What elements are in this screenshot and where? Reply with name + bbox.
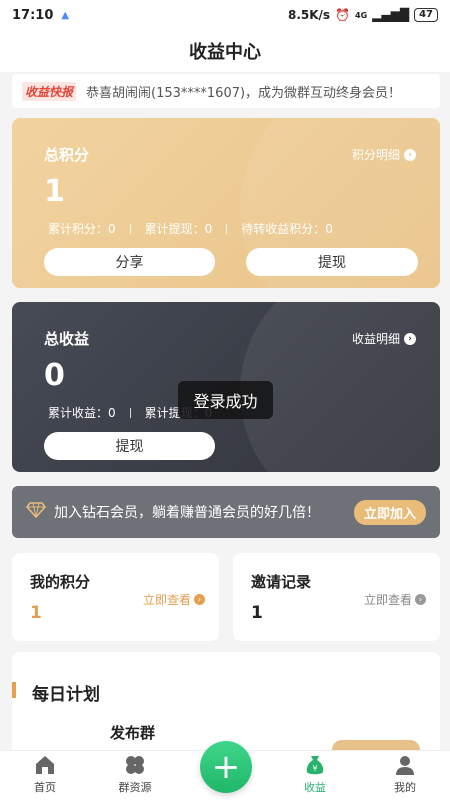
battery-icon: 47 <box>414 8 438 22</box>
total-income-value: 0 <box>44 358 65 393</box>
chevron-right-icon: › <box>404 148 416 161</box>
income-ticker: 收益快报 恭喜胡闹闹(153****1607)，成为微群互动终身会员！ <box>12 74 440 108</box>
plus-icon: + <box>211 747 241 787</box>
points-stats: 累计积分：0 累计提现：0 待转收益积分：0 <box>48 220 333 237</box>
invite-records-title: 邀请记录 <box>251 573 312 591</box>
cumulative-points: 累计积分：0 <box>48 222 116 236</box>
chevron-right-icon: › <box>194 594 205 605</box>
cumulative-withdrawal: 累计提现：0 <box>144 222 213 236</box>
income-card-title: 总收益 <box>44 330 90 348</box>
join-now-button[interactable]: 立即加入 <box>353 499 426 525</box>
network-speed: 8.5K/s <box>287 8 331 22</box>
tab-mine[interactable]: 我的 <box>360 751 450 800</box>
cumulative-income: 累计收益：0 <box>48 406 116 420</box>
money-bag-icon: ¥ <box>306 756 324 775</box>
income-detail-link[interactable]: 收益明细 › <box>352 330 416 347</box>
alarm-icon: ⏰ <box>335 8 351 22</box>
invite-records-view-link[interactable]: 立即查看 › <box>364 591 426 608</box>
grid-icon <box>126 756 144 774</box>
plan-item-title: 发布群 <box>110 724 156 742</box>
invite-records-card[interactable]: 邀请记录 立即查看 › 1 <box>233 553 440 641</box>
tab-income[interactable]: ¥ 收益 <box>270 751 360 800</box>
my-points-title: 我的积分 <box>30 573 91 591</box>
user-icon <box>396 756 414 775</box>
pending-income-points: 待转收益积分：0 <box>241 222 333 236</box>
share-button[interactable]: 分享 <box>44 248 215 276</box>
status-bar: 17:10 ▲ 8.5K/s ⏰ 4G ▂▄▆█ 47 <box>0 0 450 30</box>
view-now-label: 立即查看 <box>142 593 191 607</box>
view-now-label: 立即查看 <box>363 593 412 607</box>
login-success-toast: 登录成功 <box>178 381 273 419</box>
my-points-value: 1 <box>30 603 42 623</box>
banner-text: 加入钻石会员，躺着赚普通会员的好几倍！ <box>54 505 320 521</box>
points-detail-label: 积分明细 <box>351 148 400 162</box>
tab-home-label: 首页 <box>34 781 56 794</box>
points-detail-link[interactable]: 积分明细 › <box>352 146 416 163</box>
home-icon <box>36 756 54 774</box>
tab-home[interactable]: 首页 <box>0 751 90 800</box>
tab-group-resources-label: 群资源 <box>118 781 152 794</box>
points-withdraw-button[interactable]: 提现 <box>246 248 418 276</box>
income-withdraw-button[interactable]: 提现 <box>44 432 215 460</box>
status-time: 17:10 <box>12 7 54 23</box>
income-detail-label: 收益明细 <box>351 332 400 346</box>
app-notification-icon: ▲ <box>61 9 70 21</box>
svg-text:¥: ¥ <box>312 764 317 773</box>
tab-mine-label: 我的 <box>394 781 416 794</box>
invite-records-value: 1 <box>251 603 263 623</box>
network-type: 4G <box>355 10 368 20</box>
my-points-view-link[interactable]: 立即查看 › <box>143 591 205 608</box>
chevron-right-icon: › <box>404 332 416 345</box>
points-card: 总积分 积分明细 › 1 累计积分：0 累计提现：0 待转收益积分：0 分享 提… <box>12 118 440 288</box>
points-card-title: 总积分 <box>44 146 90 164</box>
diamond-member-banner[interactable]: 加入钻石会员，躺着赚普通会员的好几倍！ 立即加入 <box>12 486 440 538</box>
daily-plan-title: 每日计划 <box>32 685 100 705</box>
page-title: 收益中心 <box>0 30 450 72</box>
signal-icon: ▂▄▆█ <box>372 8 410 22</box>
ticker-text: 恭喜胡闹闹(153****1607)，成为微群互动终身会员！ <box>86 85 402 101</box>
tab-income-label: 收益 <box>304 781 326 794</box>
ticker-tag: 收益快报 <box>22 81 77 101</box>
diamond-icon <box>25 502 47 522</box>
total-points-value: 1 <box>44 174 65 209</box>
tab-group-resources[interactable]: 群资源 <box>90 751 180 800</box>
chevron-right-icon: › <box>415 594 426 605</box>
my-points-card[interactable]: 我的积分 立即查看 › 1 <box>12 553 219 641</box>
add-button[interactable]: + <box>200 741 252 793</box>
